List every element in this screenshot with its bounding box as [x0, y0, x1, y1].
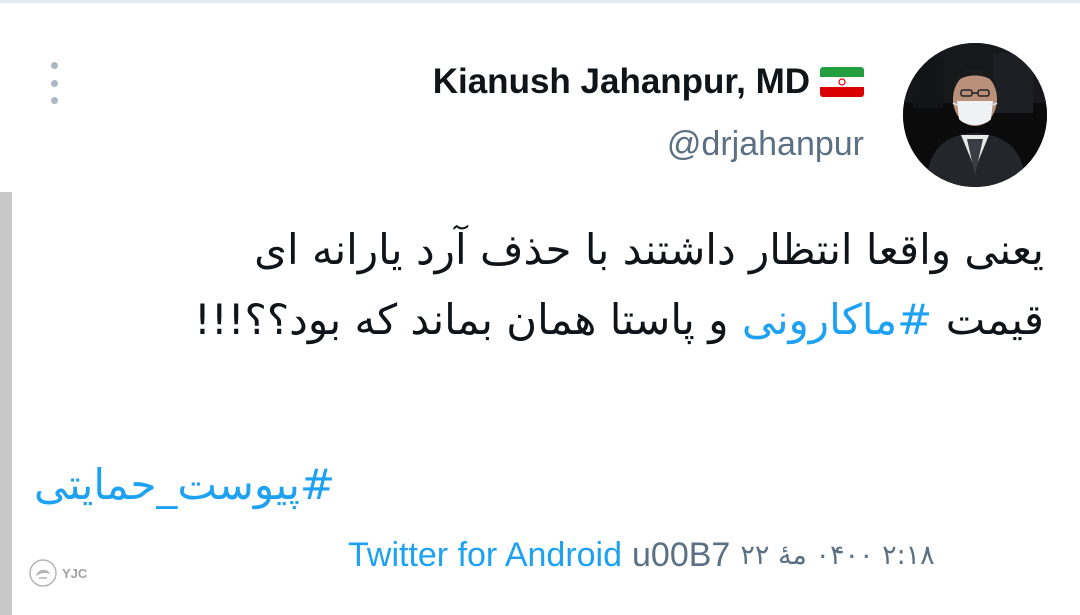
left-edge-bar [0, 192, 12, 615]
top-divider [0, 0, 1080, 3]
menu-dot [50, 97, 58, 104]
avatar-photo [903, 43, 1047, 187]
separator-code: u00B7 [632, 536, 731, 574]
tweet-body: یعنی واقعا انتظار داشتند با حذف آرد یارا… [34, 215, 1044, 355]
tweet-timestamp[interactable]: ۲:۱۸ ۰۴۰۰ مهٔ ۲۲ [740, 540, 934, 571]
hashtag-link[interactable]: #پیوست_حمایتی [34, 460, 335, 509]
author-header: Kianush Jahanpur, MD [433, 62, 864, 102]
tweet-line-1: یعنی واقعا انتظار داشتند با حذف آرد یارا… [254, 225, 1044, 274]
iran-flag-icon [820, 67, 864, 97]
hashtag-line: #پیوست_حمایتی [34, 450, 335, 520]
tweet-text-segment: قیمت [932, 295, 1044, 344]
avatar[interactable] [903, 43, 1047, 187]
watermark-text: YJC [62, 565, 88, 581]
tweet-line-2: قیمت #ماکارونی و پاستا همان بماند که بود… [34, 285, 1044, 355]
watermark: YJC [28, 558, 87, 588]
watermark-logo-icon [29, 559, 57, 587]
display-name[interactable]: Kianush Jahanpur, MD [433, 62, 810, 102]
tweet-text-segment: و پاستا همان بماند که بود؟؟!!! [194, 295, 742, 344]
hashtag-link[interactable]: #ماکارونی [742, 295, 933, 344]
more-options-button[interactable] [44, 62, 64, 104]
menu-dot [50, 79, 58, 87]
source-link[interactable]: Twitter for Android [348, 536, 622, 575]
user-handle[interactable]: @drjahanpur [667, 125, 864, 164]
menu-dot [50, 62, 58, 69]
tweet-meta: Twitter for Android u00B7 ۲:۱۸ ۰۴۰۰ مهٔ … [348, 536, 1048, 575]
